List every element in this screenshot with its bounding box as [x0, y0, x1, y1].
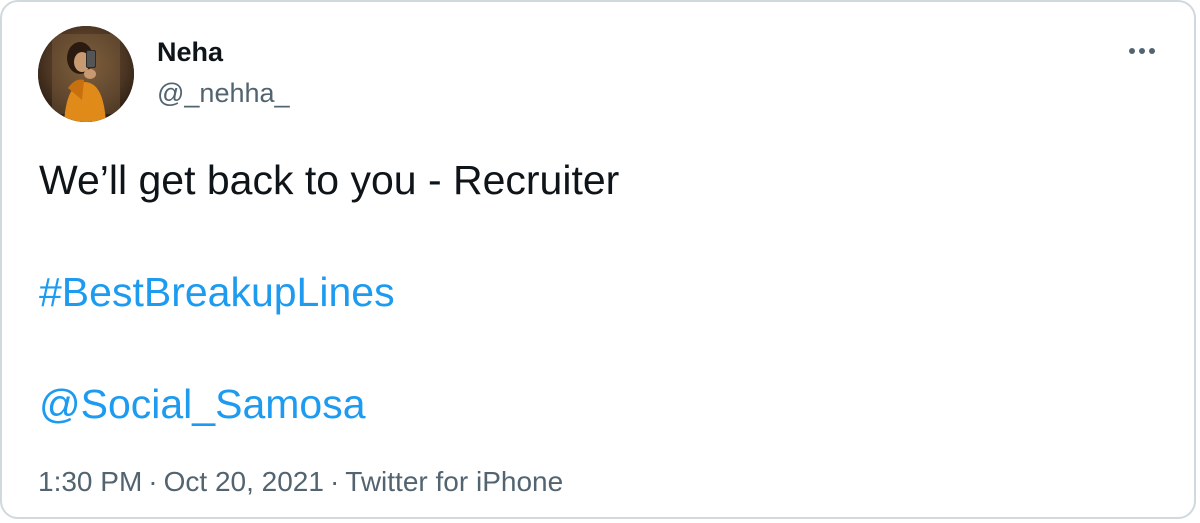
avatar[interactable]	[38, 26, 134, 122]
profile-photo-icon	[38, 26, 134, 122]
tweet-text: We’ll get back to you - Recruiter	[39, 157, 620, 203]
tweet-metadata: 1:30 PM · Oct 20, 2021 · Twitter for iPhone	[38, 464, 563, 500]
line-break	[39, 208, 1159, 264]
author-display-name[interactable]: Neha	[157, 35, 223, 69]
more-options-button[interactable]	[1122, 36, 1162, 66]
author-handle[interactable]: @_nehha_	[157, 76, 290, 110]
separator-dot: ·	[329, 466, 340, 497]
tweet-card: Neha @_nehha_ We’ll get back to you - Re…	[0, 0, 1196, 519]
tweet-time[interactable]: 1:30 PM	[38, 466, 142, 497]
separator-dot: ·	[148, 466, 158, 497]
hashtag-link[interactable]: #BestBreakupLines	[39, 269, 395, 315]
mention-link[interactable]: @Social_Samosa	[39, 381, 366, 427]
tweet-body: We’ll get back to you - Recruiter #BestB…	[39, 152, 1159, 432]
tweet-source[interactable]: Twitter for iPhone	[345, 466, 563, 497]
tweet-date[interactable]: Oct 20, 2021	[164, 466, 324, 497]
ellipsis-horizontal-icon	[1129, 48, 1155, 54]
line-break	[39, 320, 1159, 376]
